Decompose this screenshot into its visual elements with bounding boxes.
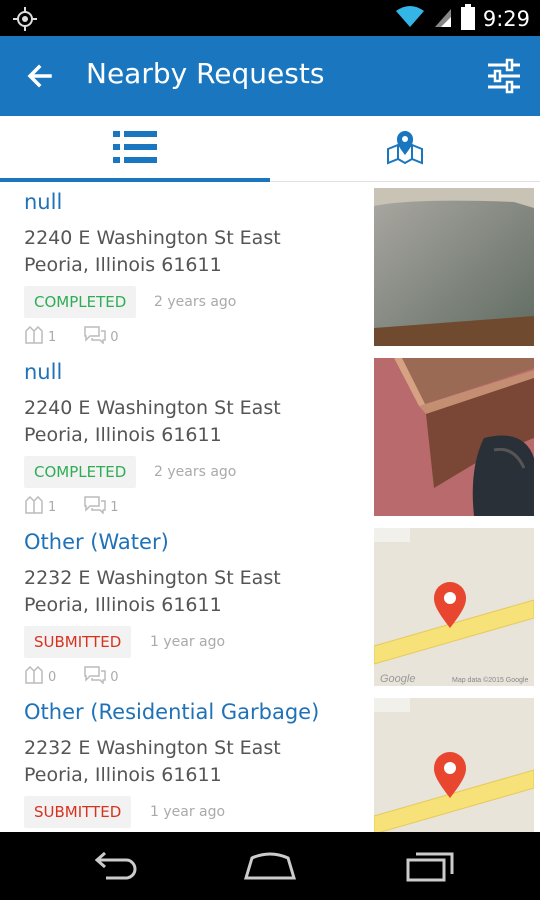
list-icon (113, 130, 157, 168)
request-time: 2 years ago (154, 294, 237, 310)
request-address-line1: 2232 E Washington St East (24, 737, 281, 759)
tab-list[interactable] (0, 116, 270, 182)
filter-settings-icon[interactable] (484, 56, 524, 96)
request-item[interactable]: null 2240 E Washington St East Peoria, I… (0, 352, 540, 522)
request-address-line1: 2232 E Washington St East (24, 567, 281, 589)
map-pin-icon (386, 129, 424, 169)
google-logo: Google (380, 673, 415, 685)
request-time: 1 year ago (150, 804, 226, 820)
request-address-line1: 2240 E Washington St East (24, 227, 281, 249)
request-item[interactable]: Other (Residential Garbage) 2232 E Washi… (0, 692, 540, 832)
wifi-icon (395, 5, 425, 33)
battery-icon (460, 4, 475, 34)
request-stats: 1 1 (24, 495, 141, 518)
request-address-line2: Peoria, Illinois 61611 (24, 254, 222, 276)
request-map-thumbnail[interactable]: Google Map data ©2015 Google (374, 528, 534, 686)
app-bar: Nearby Requests (0, 36, 540, 116)
status-bar: 9:29 (0, 0, 540, 36)
request-time: 2 years ago (154, 464, 237, 480)
request-address-line2: Peoria, Illinois 61611 (24, 424, 222, 446)
request-time: 1 year ago (150, 634, 226, 650)
comment-count: 0 (110, 669, 119, 685)
page-title: Nearby Requests (86, 57, 325, 90)
status-badge: SUBMITTED (24, 796, 132, 828)
request-title[interactable]: null (24, 360, 62, 384)
vote-count: 1 (48, 499, 57, 515)
request-item[interactable]: null 2240 E Washington St East Peoria, I… (0, 182, 540, 352)
comment-icon (84, 496, 107, 518)
comment-icon (84, 666, 107, 688)
request-address-line1: 2240 E Washington St East (24, 397, 281, 419)
request-address-line2: Peoria, Illinois 61611 (24, 764, 222, 786)
request-item[interactable]: Other (Water) 2232 E Washington St East … (0, 522, 540, 692)
status-badge: COMPLETED (24, 286, 137, 318)
request-stats: 0 0 (24, 665, 141, 688)
vote-count: 1 (48, 329, 57, 345)
request-photo-fabric[interactable] (374, 188, 534, 346)
comment-count: 1 (110, 499, 119, 515)
back-arrow-icon[interactable] (24, 60, 56, 92)
tab-map[interactable] (270, 116, 540, 182)
request-photo-furniture[interactable] (374, 358, 534, 516)
request-title[interactable]: null (24, 190, 62, 214)
status-badge: SUBMITTED (24, 626, 132, 658)
request-title[interactable]: Other (Residential Garbage) (24, 700, 319, 724)
recents-nav-icon[interactable] (400, 846, 460, 886)
request-title[interactable]: Other (Water) (24, 530, 169, 554)
status-badge: COMPLETED (24, 456, 137, 488)
vote-icon (24, 325, 44, 348)
comment-icon (84, 326, 107, 348)
back-nav-icon[interactable] (84, 846, 144, 886)
request-list[interactable]: null 2240 E Washington St East Peoria, I… (0, 182, 540, 832)
vote-icon (24, 495, 44, 518)
request-address-line2: Peoria, Illinois 61611 (24, 594, 222, 616)
status-time: 9:29 (482, 7, 530, 31)
view-tabs (0, 116, 540, 182)
home-nav-icon[interactable] (240, 846, 300, 886)
vote-icon (24, 665, 44, 688)
map-credit: Map data ©2015 Google (452, 676, 528, 684)
comment-count: 0 (110, 329, 119, 345)
location-icon (12, 6, 38, 36)
system-nav-bar (0, 832, 540, 900)
request-stats: 1 0 (24, 325, 141, 348)
request-map-thumbnail[interactable] (374, 698, 534, 832)
signal-icon (433, 5, 453, 33)
vote-count: 0 (48, 669, 57, 685)
